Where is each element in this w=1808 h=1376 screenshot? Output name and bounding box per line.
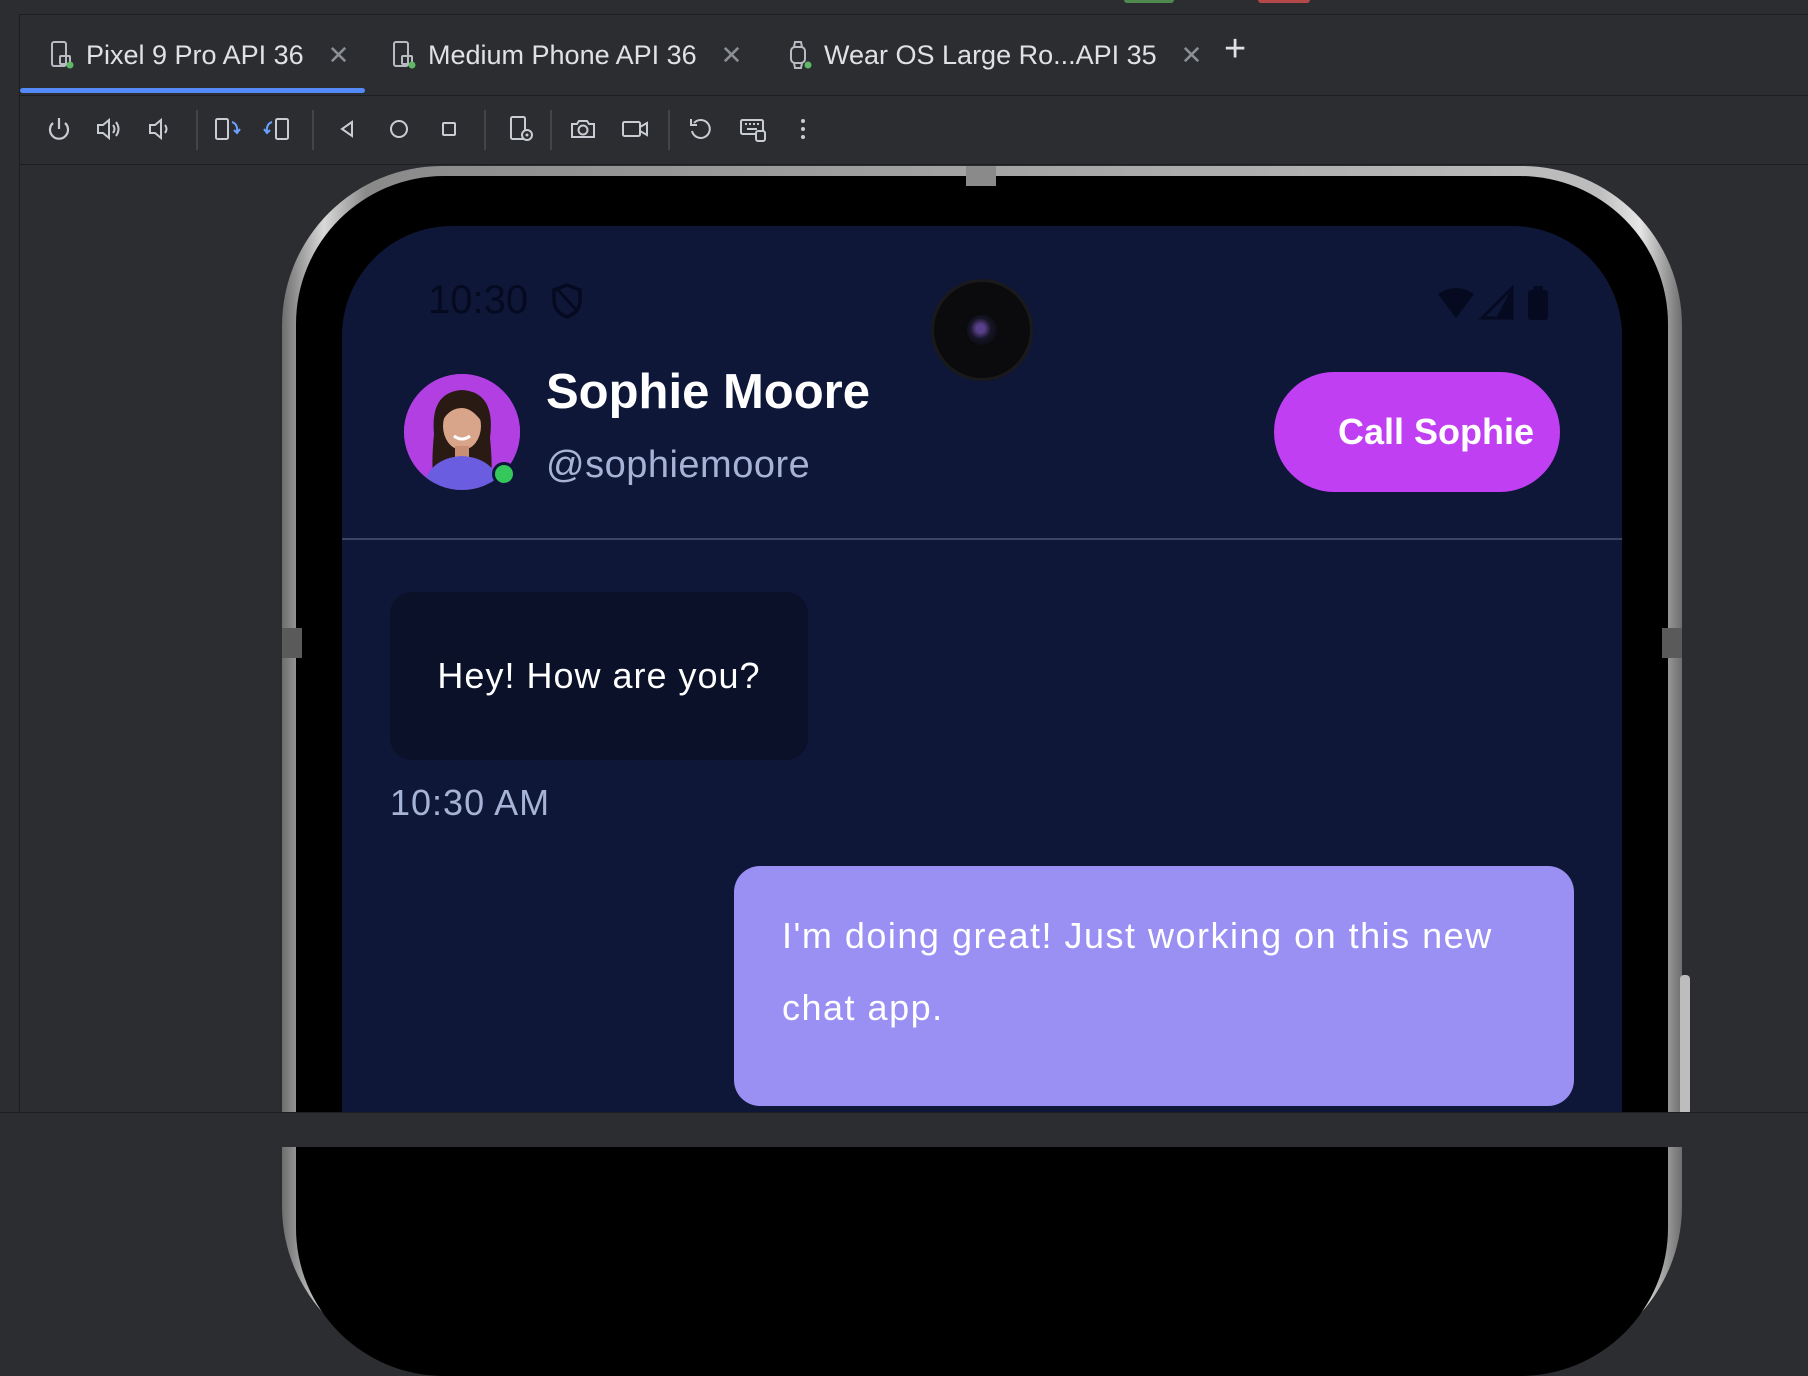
header-divider bbox=[342, 538, 1622, 540]
back-icon[interactable] bbox=[330, 112, 364, 146]
overview-icon[interactable] bbox=[432, 112, 466, 146]
contact-name: Sophie Moore bbox=[546, 365, 870, 419]
toolbar-divider bbox=[312, 110, 314, 150]
run-indicator bbox=[1124, 0, 1174, 3]
toolbar-divider bbox=[550, 110, 552, 150]
reset-icon[interactable] bbox=[684, 112, 718, 146]
incoming-message-text: Hey! How are you? bbox=[437, 655, 761, 696]
stop-indicator bbox=[1258, 0, 1310, 3]
home-icon[interactable] bbox=[382, 112, 416, 146]
battery-icon bbox=[1528, 290, 1548, 320]
outgoing-message-bubble[interactable]: I'm doing great! Just working on this ne… bbox=[734, 866, 1574, 1106]
device-settings-icon[interactable] bbox=[504, 112, 538, 146]
call-button[interactable]: Call Sophie bbox=[1274, 372, 1560, 492]
signal-battery-icons bbox=[1438, 284, 1548, 320]
device-tab-bar: Pixel 9 Pro API 36 ✕ Medium Phone API 36… bbox=[20, 15, 1808, 96]
contact-handle: @sophiemoore bbox=[546, 444, 811, 486]
close-icon[interactable]: ✕ bbox=[1181, 40, 1203, 71]
window-top-strip bbox=[0, 0, 1808, 15]
tab-label: Pixel 9 Pro API 36 bbox=[86, 39, 304, 70]
toolbar-divider bbox=[668, 110, 670, 150]
rotate-left-icon[interactable] bbox=[210, 112, 244, 146]
device-side-band bbox=[1662, 628, 1682, 658]
close-icon[interactable]: ✕ bbox=[328, 40, 350, 71]
front-camera bbox=[934, 282, 1030, 378]
rotate-right-icon[interactable] bbox=[260, 112, 294, 146]
tab-medium-phone[interactable]: Medium Phone API 36 ✕ bbox=[390, 15, 742, 95]
wifi-icon bbox=[1438, 288, 1474, 318]
tab-pixel-9-pro[interactable]: Pixel 9 Pro API 36 ✕ bbox=[48, 15, 349, 95]
tab-label: Medium Phone API 36 bbox=[428, 39, 697, 70]
phone-device-icon bbox=[51, 41, 74, 69]
add-tab-icon[interactable]: + bbox=[1224, 30, 1254, 68]
tab-label: Wear OS Large Ro...API 35 bbox=[824, 39, 1157, 70]
power-icon[interactable] bbox=[42, 112, 76, 146]
outgoing-message-text: I'm doing great! Just working on this ne… bbox=[782, 915, 1493, 1028]
close-icon[interactable]: ✕ bbox=[721, 40, 743, 71]
device-side-button[interactable] bbox=[1680, 975, 1690, 1115]
active-tab-indicator bbox=[20, 88, 365, 93]
video-record-icon[interactable] bbox=[618, 112, 652, 146]
shield-icon bbox=[552, 283, 582, 319]
toolbar-divider bbox=[484, 110, 486, 150]
incoming-message-bubble[interactable]: Hey! How are you? bbox=[390, 592, 808, 760]
message-timestamp: 10:30 AM bbox=[390, 782, 551, 823]
watch-device-icon bbox=[790, 41, 812, 69]
volume-up-icon[interactable] bbox=[92, 112, 126, 146]
online-status-dot bbox=[492, 462, 516, 486]
toolbar-divider bbox=[196, 110, 198, 150]
device-side-band bbox=[282, 628, 302, 658]
status-time: 10:30 bbox=[428, 278, 529, 322]
camera-lens bbox=[967, 315, 997, 345]
ide-status-bar bbox=[0, 1112, 1808, 1147]
tab-wear-os[interactable]: Wear OS Large Ro...API 35 ✕ bbox=[786, 15, 1202, 95]
volume-down-icon[interactable] bbox=[142, 112, 176, 146]
camera-icon[interactable] bbox=[566, 112, 600, 146]
device-antenna-line bbox=[966, 166, 996, 186]
tool-window-gutter bbox=[0, 14, 20, 1114]
more-options-icon[interactable] bbox=[786, 112, 820, 146]
phone-device-icon bbox=[393, 41, 416, 69]
keyboard-icon[interactable] bbox=[736, 112, 770, 146]
emulator-toolbar bbox=[20, 96, 1808, 165]
